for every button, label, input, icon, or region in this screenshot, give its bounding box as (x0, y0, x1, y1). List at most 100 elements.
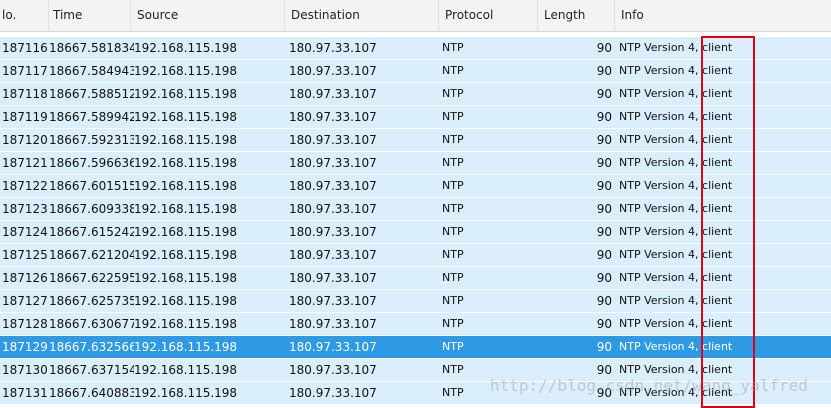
cell-source: 192.168.115.198 (134, 225, 238, 239)
cell-no: 187128 (2, 317, 48, 331)
cell-time: 18667.589942 (49, 110, 134, 124)
cell-no: 187121 (2, 156, 48, 170)
cell-protocol: NTP (442, 248, 464, 261)
cell-destination: 180.97.33.107 (289, 386, 377, 400)
cell-protocol: NTP (442, 41, 464, 54)
cell-protocol: NTP (442, 202, 464, 215)
cell-length: 90 (596, 156, 612, 170)
cell-source: 192.168.115.198 (134, 179, 238, 193)
column-header-no[interactable]: lo. (0, 0, 49, 31)
cell-destination: 180.97.33.107 (289, 294, 377, 308)
cell-length: 90 (596, 294, 612, 308)
column-header-destination[interactable]: Destination (285, 0, 439, 31)
cell-time: 18667.584943 (49, 64, 134, 78)
cell-info: NTP Version 4, client (619, 179, 733, 192)
cell-info: NTP Version 4, client (619, 41, 733, 54)
cell-no: 187118 (2, 87, 48, 101)
table-row[interactable]: 187121 18667.596636 192.168.115.198 180.97.… (0, 152, 831, 175)
table-row[interactable]: 187124 18667.615242 192.168.115.198 180.97.… (0, 221, 831, 244)
cell-destination: 180.97.33.107 (289, 363, 377, 377)
cell-source: 192.168.115.198 (134, 248, 238, 262)
cell-protocol: NTP (442, 363, 464, 376)
cell-length: 90 (596, 225, 612, 239)
cell-protocol: NTP (442, 340, 464, 353)
cell-info: NTP Version 4, client (619, 340, 733, 353)
column-header-source[interactable]: Source (131, 0, 285, 31)
cell-no: 187120 (2, 133, 48, 147)
cell-protocol: NTP (442, 271, 464, 284)
cell-source: 192.168.115.198 (134, 294, 238, 308)
cell-info: NTP Version 4, client (619, 133, 733, 146)
table-row[interactable]: 187128 18667.630677 192.168.115.198 180.97.… (0, 313, 831, 336)
cell-no: 187124 (2, 225, 48, 239)
table-row[interactable]: 187119 18667.589942 192.168.115.198 180.97.… (0, 106, 831, 129)
cell-no: 187129 (2, 340, 48, 354)
cell-length: 90 (596, 179, 612, 193)
column-header-info[interactable]: Info (615, 0, 831, 31)
column-header-time[interactable]: Time (47, 0, 131, 31)
cell-destination: 180.97.33.107 (289, 271, 377, 285)
cell-length: 90 (596, 386, 612, 400)
cell-time: 18667.637154 (49, 363, 134, 377)
cell-protocol: NTP (442, 294, 464, 307)
cell-protocol: NTP (442, 110, 464, 123)
cell-time: 18667.640883 (49, 386, 134, 400)
cell-no: 187123 (2, 202, 48, 216)
table-row[interactable]: 187116 18667.581834 192.168.115.198 180.97.… (0, 37, 831, 60)
cell-no: 187117 (2, 64, 48, 78)
table-row[interactable]: 187122 18667.601515 192.168.115.198 180.97.… (0, 175, 831, 198)
cell-source: 192.168.115.198 (134, 271, 238, 285)
cell-time: 18667.630677 (49, 317, 134, 331)
cell-destination: 180.97.33.107 (289, 110, 377, 124)
cell-info: NTP Version 4, client (619, 294, 733, 307)
cell-info: NTP Version 4, client (619, 64, 733, 77)
table-row[interactable]: 187123 18667.609338 192.168.115.198 180.97.… (0, 198, 831, 221)
table-row[interactable]: 187127 18667.625735 192.168.115.198 180.97.… (0, 290, 831, 313)
table-row[interactable]: 187126 18667.622595 192.168.115.198 180.97.… (0, 267, 831, 290)
table-row[interactable]: 187125 18667.621204 192.168.115.198 180.97.… (0, 244, 831, 267)
cell-length: 90 (596, 64, 612, 78)
column-header-bar: lo. Time Source Destination Protocol Len… (0, 0, 831, 32)
cell-length: 90 (596, 202, 612, 216)
cell-protocol: NTP (442, 133, 464, 146)
cell-destination: 180.97.33.107 (289, 41, 377, 55)
cell-destination: 180.97.33.107 (289, 248, 377, 262)
cell-destination: 180.97.33.107 (289, 179, 377, 193)
table-row[interactable]: 187131 18667.640883 192.168.115.198 180.97.… (0, 382, 831, 405)
table-row-selected[interactable]: 187129 18667.632566 192.168.115.198 180.97.… (0, 336, 831, 359)
cell-no: 187127 (2, 294, 48, 308)
cell-source: 192.168.115.198 (134, 110, 238, 124)
cell-info: NTP Version 4, client (619, 110, 733, 123)
cell-info: NTP Version 4, client (619, 248, 733, 261)
column-header-length[interactable]: Length (538, 0, 615, 31)
cell-source: 192.168.115.198 (134, 317, 238, 331)
cell-protocol: NTP (442, 317, 464, 330)
cell-destination: 180.97.33.107 (289, 317, 377, 331)
cell-info: NTP Version 4, client (619, 363, 733, 376)
cell-time: 18667.581834 (49, 41, 134, 55)
cell-destination: 180.97.33.107 (289, 133, 377, 147)
cell-source: 192.168.115.198 (134, 133, 238, 147)
cell-info: NTP Version 4, client (619, 202, 733, 215)
column-header-protocol[interactable]: Protocol (439, 0, 538, 31)
cell-length: 90 (596, 248, 612, 262)
cell-length: 90 (596, 340, 612, 354)
cell-protocol: NTP (442, 156, 464, 169)
cell-length: 90 (596, 41, 612, 55)
table-row[interactable]: 187117 18667.584943 192.168.115.198 180.97.… (0, 60, 831, 83)
cell-time: 18667.601515 (49, 179, 134, 193)
cell-info: NTP Version 4, client (619, 87, 733, 100)
cell-info: NTP Version 4, client (619, 386, 733, 399)
table-row[interactable]: 187130 18667.637154 192.168.115.198 180.97.… (0, 359, 831, 382)
cell-destination: 180.97.33.107 (289, 340, 377, 354)
cell-info: NTP Version 4, client (619, 271, 733, 284)
cell-no: 187130 (2, 363, 48, 377)
cell-source: 192.168.115.198 (134, 202, 238, 216)
cell-time: 18667.609338 (49, 202, 134, 216)
cell-protocol: NTP (442, 225, 464, 238)
table-row[interactable]: 187120 18667.592313 192.168.115.198 180.97.… (0, 129, 831, 152)
cell-no: 187125 (2, 248, 48, 262)
table-row[interactable]: 187118 18667.588512 192.168.115.198 180.97.… (0, 83, 831, 106)
cell-destination: 180.97.33.107 (289, 87, 377, 101)
cell-length: 90 (596, 317, 612, 331)
